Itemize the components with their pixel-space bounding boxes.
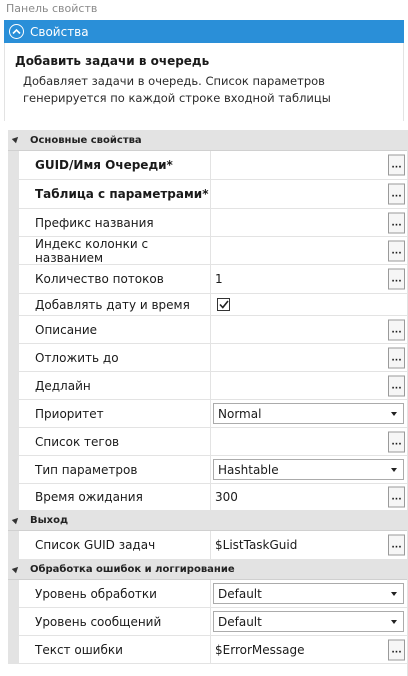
threads-field[interactable]: 1 ... bbox=[211, 265, 407, 293]
prop-row-guid: GUID/Имя Очереди* ... bbox=[8, 151, 407, 180]
prop-label: Тип параметров bbox=[19, 456, 211, 483]
prop-row-param-type: Тип параметров Hashtable bbox=[8, 456, 407, 484]
prop-label: Таблица с параметрами* bbox=[19, 180, 211, 208]
timeout-field[interactable]: 300 ... bbox=[211, 484, 407, 510]
description-text: Добавляет задачи в очередь. Список парам… bbox=[23, 74, 331, 105]
prop-row-add-date: Добавлять дату и время bbox=[8, 294, 407, 316]
guid-list-value: $ListTaskGuid bbox=[215, 538, 298, 552]
priority-value: Normal bbox=[218, 406, 262, 421]
delay-field[interactable]: ... bbox=[211, 344, 407, 371]
prop-label: Список тегов bbox=[19, 428, 211, 455]
prop-label: Добавлять дату и время bbox=[19, 294, 211, 315]
category-label: Выход bbox=[30, 515, 69, 526]
category-main[interactable]: Основные свойства bbox=[8, 130, 407, 151]
prop-row-msg-level: Уровень сообщений Default bbox=[8, 608, 407, 636]
prop-label: Время ожидания bbox=[19, 484, 211, 510]
caret-down-icon[interactable] bbox=[391, 591, 397, 596]
prop-row-tags: Список тегов ... bbox=[8, 428, 407, 456]
properties-section-header[interactable]: Свойства bbox=[4, 20, 404, 43]
category-label: Основные свойства bbox=[30, 134, 142, 146]
prop-row-delay: Отложить до ... bbox=[8, 344, 407, 372]
ellipsis-button[interactable]: ... bbox=[388, 375, 405, 396]
check-icon bbox=[218, 300, 229, 309]
category-errors[interactable]: Обработка ошибок и логгирование bbox=[8, 560, 407, 580]
ellipsis-button[interactable]: ... bbox=[388, 431, 405, 452]
handle-level-value: Default bbox=[218, 586, 262, 601]
param-type-select[interactable]: Hashtable bbox=[213, 459, 404, 480]
prop-label: GUID/Имя Очереди* bbox=[19, 151, 211, 179]
prop-label: Список GUID задач bbox=[19, 531, 211, 559]
param-type-value: Hashtable bbox=[218, 462, 279, 477]
prop-row-index: Индекс колонки с названием ... bbox=[8, 237, 407, 265]
prop-label: Индекс колонки с названием bbox=[19, 237, 211, 265]
index-field[interactable]: ... bbox=[211, 237, 407, 264]
caret-down-icon[interactable] bbox=[391, 467, 397, 472]
add-date-field bbox=[211, 294, 407, 315]
ellipsis-button[interactable]: ... bbox=[388, 154, 405, 176]
ellipsis-button[interactable]: ... bbox=[388, 639, 405, 660]
deadline-field[interactable]: ... bbox=[211, 372, 407, 399]
description-title: Добавить задачи в очередь bbox=[15, 54, 210, 68]
prop-label: Уровень обработки bbox=[19, 580, 211, 607]
tags-field[interactable]: ... bbox=[211, 428, 407, 455]
guid-list-field[interactable]: $ListTaskGuid ... bbox=[211, 531, 407, 559]
prefix-field[interactable]: ... bbox=[211, 209, 407, 236]
prop-label: Приоритет bbox=[19, 400, 211, 427]
prop-row-handle-level: Уровень обработки Default bbox=[8, 580, 407, 608]
caret-down-icon[interactable] bbox=[391, 411, 397, 416]
table-field[interactable]: ... bbox=[211, 180, 407, 208]
property-grid: Основные свойства GUID/Имя Очереди* ... … bbox=[8, 130, 407, 664]
priority-select[interactable]: Normal bbox=[213, 403, 404, 424]
ellipsis-button[interactable]: ... bbox=[388, 268, 405, 290]
msg-level-select[interactable]: Default bbox=[213, 611, 404, 632]
threads-value: 1 bbox=[215, 272, 223, 286]
prop-row-description: Описание ... bbox=[8, 316, 407, 344]
handle-level-field: Default bbox=[211, 580, 407, 607]
prop-label: Префикс названия bbox=[19, 209, 211, 236]
panel-title: Панель свойств bbox=[6, 2, 98, 15]
msg-level-field: Default bbox=[211, 608, 407, 635]
section-title: Свойства bbox=[30, 24, 89, 39]
caret-down-icon[interactable] bbox=[391, 619, 397, 624]
chevron-up-icon[interactable] bbox=[9, 24, 24, 39]
triangle-icon[interactable] bbox=[11, 134, 21, 144]
category-output[interactable]: Выход bbox=[8, 511, 407, 531]
prop-label: Дедлайн bbox=[19, 372, 211, 399]
prop-row-prefix: Префикс названия ... bbox=[8, 209, 407, 237]
ellipsis-button[interactable]: ... bbox=[388, 240, 405, 261]
prop-label: Количество потоков bbox=[19, 265, 211, 293]
prop-label: Отложить до bbox=[19, 344, 211, 371]
ellipsis-button[interactable]: ... bbox=[388, 347, 405, 368]
prop-row-table: Таблица с параметрами* ... bbox=[8, 180, 407, 209]
handle-level-select[interactable]: Default bbox=[213, 583, 404, 604]
guid-field[interactable]: ... bbox=[211, 151, 407, 179]
prop-row-guid-list: Список GUID задач $ListTaskGuid ... bbox=[8, 531, 407, 560]
prop-row-deadline: Дедлайн ... bbox=[8, 372, 407, 400]
ellipsis-button[interactable]: ... bbox=[388, 212, 405, 233]
priority-field: Normal bbox=[211, 400, 407, 427]
ellipsis-button[interactable]: ... bbox=[388, 486, 405, 508]
error-text-field[interactable]: $ErrorMessage ... bbox=[211, 636, 407, 663]
error-text-value: $ErrorMessage bbox=[215, 642, 305, 657]
ellipsis-button[interactable]: ... bbox=[388, 183, 405, 205]
ellipsis-button[interactable]: ... bbox=[388, 534, 405, 556]
prop-row-priority: Приоритет Normal bbox=[8, 400, 407, 428]
prop-label: Уровень сообщений bbox=[19, 608, 211, 635]
prop-row-error-text: Текст ошибки $ErrorMessage ... bbox=[8, 636, 407, 664]
prop-row-timeout: Время ожидания 300 ... bbox=[8, 484, 407, 511]
category-label: Обработка ошибок и логгирование bbox=[30, 564, 235, 575]
prop-label: Описание bbox=[19, 316, 211, 343]
param-type-field: Hashtable bbox=[211, 456, 407, 483]
description-field[interactable]: ... bbox=[211, 316, 407, 343]
timeout-value: 300 bbox=[215, 490, 238, 504]
prop-label: Текст ошибки bbox=[19, 636, 211, 663]
ellipsis-button[interactable]: ... bbox=[388, 319, 405, 340]
add-date-checkbox[interactable] bbox=[217, 298, 230, 311]
triangle-icon[interactable] bbox=[11, 515, 21, 525]
triangle-icon[interactable] bbox=[11, 564, 21, 574]
msg-level-value: Default bbox=[218, 614, 262, 629]
prop-row-threads: Количество потоков 1 ... bbox=[8, 265, 407, 294]
